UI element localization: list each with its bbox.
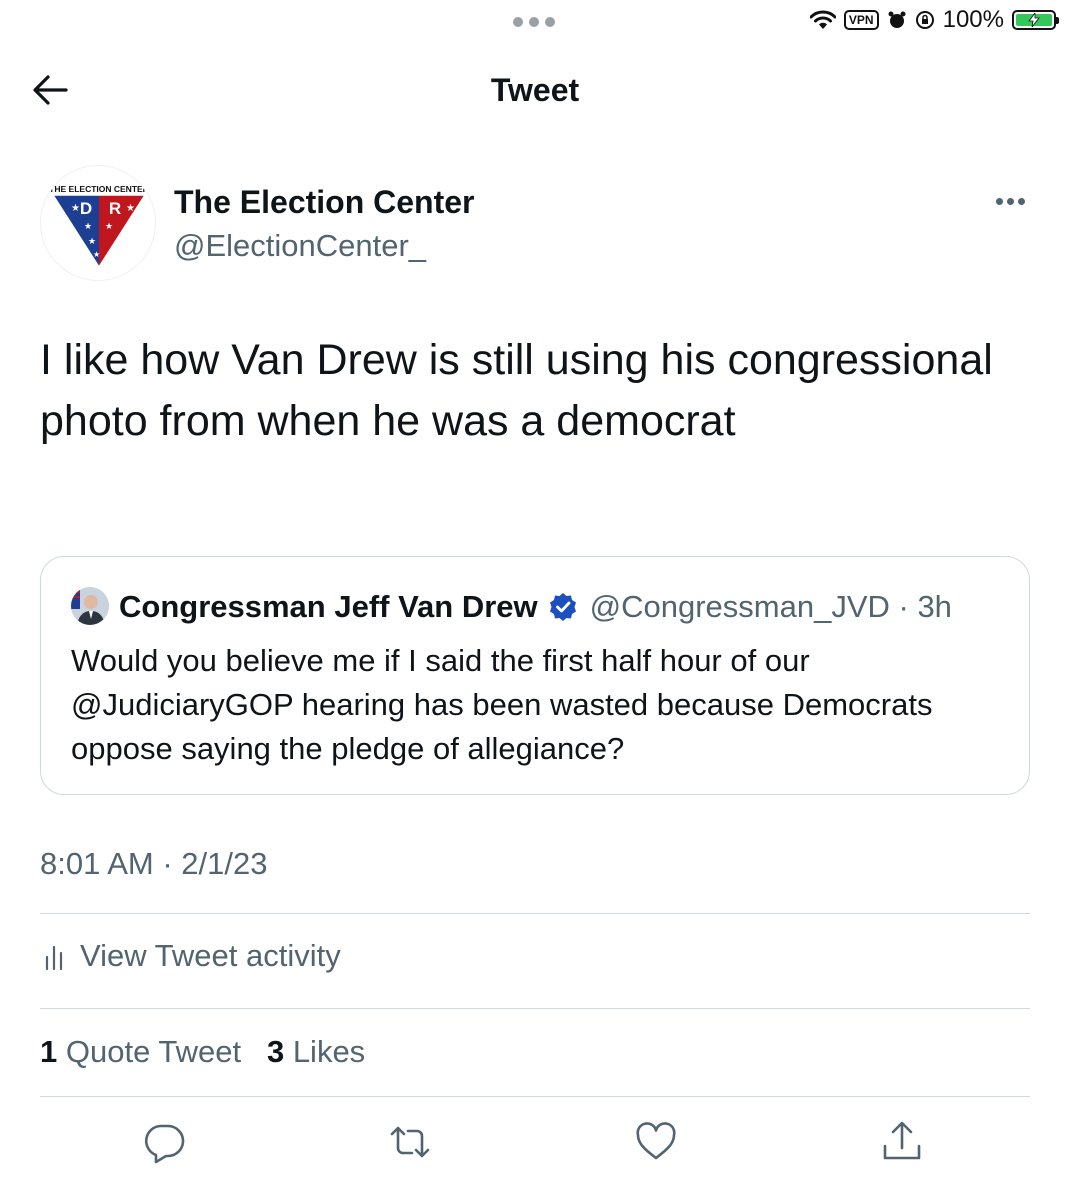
logo-letter-r: R bbox=[109, 199, 121, 218]
tweet-text: I like how Van Drew is still using his c… bbox=[40, 336, 993, 445]
status-bar-right: VPN 100% bbox=[809, 6, 1059, 34]
more-options-icon[interactable] bbox=[996, 198, 1025, 205]
quoted-tweet-text: Would you believe me if I said the first… bbox=[71, 643, 933, 766]
svg-text:★: ★ bbox=[88, 236, 96, 246]
view-tweet-activity-link[interactable]: View Tweet activity bbox=[44, 938, 341, 974]
battery-charging-icon bbox=[1012, 10, 1059, 30]
quoted-tweet[interactable]: Congressman Jeff Van Drew @Congressman_J… bbox=[40, 556, 1030, 795]
author-name[interactable]: The Election Center bbox=[174, 184, 475, 221]
quoted-author-avatar bbox=[71, 587, 109, 625]
svg-text:★: ★ bbox=[84, 221, 92, 231]
svg-text:★: ★ bbox=[105, 221, 113, 231]
like-icon[interactable] bbox=[634, 1120, 678, 1164]
share-icon[interactable] bbox=[880, 1120, 924, 1164]
verified-badge-icon bbox=[549, 593, 576, 621]
page-title: Tweet bbox=[490, 72, 580, 108]
divider bbox=[40, 1096, 1030, 1097]
quoted-handle-time: @Congressman_JVD · 3h bbox=[589, 589, 952, 624]
election-center-logo: THE ELECTION CENTER D R ★ ★ ★ ★ ★ ★ bbox=[49, 184, 149, 269]
tweet-timestamp: 8:01 AM · 2/1/23 bbox=[40, 846, 268, 881]
status-dots bbox=[513, 17, 555, 27]
tweet-stats: 1 Quote Tweet 3 Likes bbox=[40, 1034, 365, 1070]
likes-label: Likes bbox=[292, 1034, 366, 1069]
like-count: 3 bbox=[266, 1034, 285, 1069]
quote-label: Quote Tweet bbox=[65, 1034, 242, 1069]
author-avatar[interactable]: THE ELECTION CENTER D R ★ ★ ★ ★ ★ ★ bbox=[40, 165, 156, 281]
wifi-icon bbox=[809, 10, 836, 29]
quote-count: 1 bbox=[40, 1034, 58, 1069]
divider bbox=[40, 913, 1030, 914]
svg-text:★: ★ bbox=[93, 250, 100, 259]
svg-text:★: ★ bbox=[126, 203, 135, 214]
logo-text: THE ELECTION CENTER bbox=[49, 184, 149, 194]
likes-link[interactable]: 3 Likes bbox=[267, 1034, 365, 1069]
logo-letter-d: D bbox=[80, 199, 92, 218]
svg-text:★: ★ bbox=[71, 203, 80, 214]
battery-level bbox=[1016, 13, 1052, 27]
battery-percent: 100% bbox=[942, 6, 1004, 33]
quote-tweets-link[interactable]: 1 Quote Tweet bbox=[40, 1034, 241, 1069]
quoted-tweet-header: Congressman Jeff Van Drew @Congressman_J… bbox=[119, 587, 952, 627]
reply-icon[interactable] bbox=[142, 1120, 186, 1164]
retweet-icon[interactable] bbox=[388, 1120, 432, 1164]
analytics-bars-icon bbox=[45, 945, 63, 971]
vpn-icon: VPN bbox=[843, 10, 879, 30]
alarm-icon bbox=[888, 11, 906, 28]
author-handle[interactable]: @ElectionCenter_ bbox=[174, 228, 426, 264]
quoted-author-name: Congressman Jeff Van Drew bbox=[119, 589, 538, 624]
orientation-lock-icon bbox=[915, 11, 934, 29]
divider bbox=[40, 1008, 1030, 1009]
activity-label: View Tweet activity bbox=[80, 938, 341, 973]
